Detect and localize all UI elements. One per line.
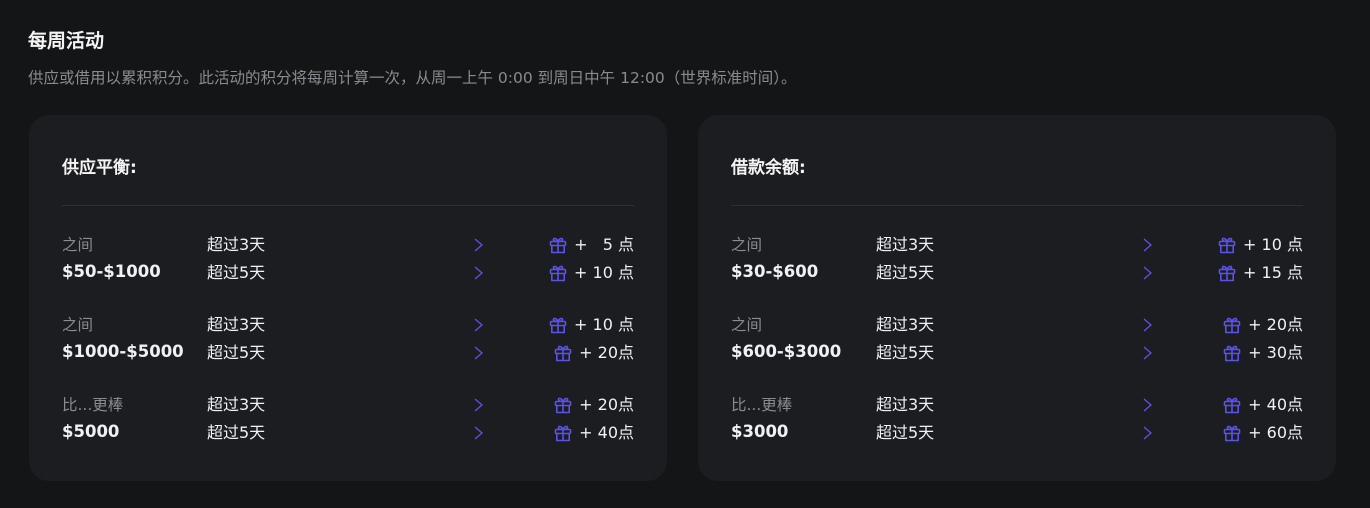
points-value: + 15 点: [1243, 263, 1303, 282]
reward-row: 超过3天 + 40点: [731, 393, 1303, 417]
arrow-right-icon: [1001, 318, 1152, 332]
reward: + 10 点: [548, 313, 634, 337]
duration-label: 超过3天: [207, 315, 266, 334]
duration-label: 超过5天: [876, 343, 935, 362]
reward: + 40点: [1222, 393, 1303, 417]
tier: 之间 $600-$3000 超过3天 + 20点 超过5天 + 30点: [731, 313, 1303, 369]
reward-row: 超过5天 + 10 点: [62, 261, 634, 285]
arrow-right-icon: [1001, 398, 1152, 412]
duration-label: 超过5天: [876, 263, 935, 282]
tier: 之间 $1000-$5000 超过3天 + 10 点 超过5天 + 20点: [62, 313, 634, 369]
card-title: 供应平衡:: [62, 158, 137, 178]
gift-icon: [554, 425, 572, 442]
gift-icon: [549, 265, 567, 282]
points-value: + 20点: [1248, 315, 1303, 334]
gift-icon: [549, 317, 567, 334]
arrow-right-icon: [1001, 238, 1152, 252]
arrow-right-icon: [1001, 266, 1152, 280]
divider: [62, 205, 634, 206]
tier: 比...更棒 $5000 超过3天 + 20点 超过5天 + 40点: [62, 393, 634, 449]
reward: + 40点: [553, 421, 634, 445]
reward-row: 超过5天 + 30点: [731, 341, 1303, 365]
reward: + 15 点: [1217, 261, 1303, 285]
gift-icon: [1223, 345, 1241, 362]
duration-label: 超过3天: [876, 395, 935, 414]
arrow-right-icon: [332, 346, 483, 360]
duration-label: 超过3天: [207, 395, 266, 414]
reward: + 30点: [1222, 341, 1303, 365]
reward-row: 超过5天 + 40点: [62, 421, 634, 445]
reward: + 5 点: [548, 233, 634, 257]
gift-icon: [549, 237, 567, 254]
points-value: + 10 点: [574, 263, 634, 282]
duration-label: 超过5天: [876, 423, 935, 442]
reward-row: 超过3天 + 5 点: [62, 233, 634, 257]
gift-icon: [554, 345, 572, 362]
reward-row: 超过5天 + 60点: [731, 421, 1303, 445]
arrow-right-icon: [1001, 426, 1152, 440]
tier: 比...更棒 $3000 超过3天 + 40点 超过5天 + 60点: [731, 393, 1303, 449]
page-title: 每周活动: [28, 30, 105, 52]
duration-label: 超过5天: [207, 343, 266, 362]
reward-row: 超过5天 + 20点: [62, 341, 634, 365]
points-value: + 10 点: [574, 315, 634, 334]
supply-balance-card: 供应平衡: 之间 $50-$1000 超过3天 + 5 点 超过5天 + 10 …: [29, 115, 667, 481]
duration-label: 超过5天: [207, 263, 266, 282]
gift-icon: [1218, 265, 1236, 282]
arrow-right-icon: [332, 266, 483, 280]
arrow-right-icon: [332, 398, 483, 412]
divider: [731, 205, 1303, 206]
points-value: + 60点: [1248, 423, 1303, 442]
reward-row: 超过3天 + 10 点: [62, 313, 634, 337]
reward: + 10 点: [1217, 233, 1303, 257]
arrow-right-icon: [332, 318, 483, 332]
points-value: + 20点: [579, 343, 634, 362]
arrow-right-icon: [332, 238, 483, 252]
gift-icon: [1223, 425, 1241, 442]
gift-icon: [554, 397, 572, 414]
reward: + 20点: [1222, 313, 1303, 337]
reward-row: 超过3天 + 20点: [62, 393, 634, 417]
borrow-balance-card: 借款余额: 之间 $30-$600 超过3天 + 10 点 超过5天 + 15 …: [698, 115, 1336, 481]
gift-icon: [1223, 397, 1241, 414]
reward: + 60点: [1222, 421, 1303, 445]
duration-label: 超过3天: [207, 235, 266, 254]
reward: + 10 点: [548, 261, 634, 285]
gift-icon: [1223, 317, 1241, 334]
arrow-right-icon: [332, 426, 483, 440]
points-value: + 20点: [579, 395, 634, 414]
points-value: + 10 点: [1243, 235, 1303, 254]
reward-row: 超过5天 + 15 点: [731, 261, 1303, 285]
card-title: 借款余额:: [731, 158, 806, 178]
duration-label: 超过3天: [876, 315, 935, 334]
page-description: 供应或借用以累积积分。此活动的积分将每周计算一次，从周一上午 0:00 到周日中…: [28, 69, 797, 87]
tier: 之间 $30-$600 超过3天 + 10 点 超过5天 + 15 点: [731, 233, 1303, 289]
points-value: + 40点: [579, 423, 634, 442]
tier: 之间 $50-$1000 超过3天 + 5 点 超过5天 + 10 点: [62, 233, 634, 289]
duration-label: 超过3天: [876, 235, 935, 254]
duration-label: 超过5天: [207, 423, 266, 442]
reward-row: 超过3天 + 10 点: [731, 233, 1303, 257]
reward: + 20点: [553, 341, 634, 365]
arrow-right-icon: [1001, 346, 1152, 360]
points-value: + 40点: [1248, 395, 1303, 414]
reward: + 20点: [553, 393, 634, 417]
reward-row: 超过3天 + 20点: [731, 313, 1303, 337]
gift-icon: [1218, 237, 1236, 254]
points-value: + 5 点: [574, 235, 634, 254]
points-value: + 30点: [1248, 343, 1303, 362]
